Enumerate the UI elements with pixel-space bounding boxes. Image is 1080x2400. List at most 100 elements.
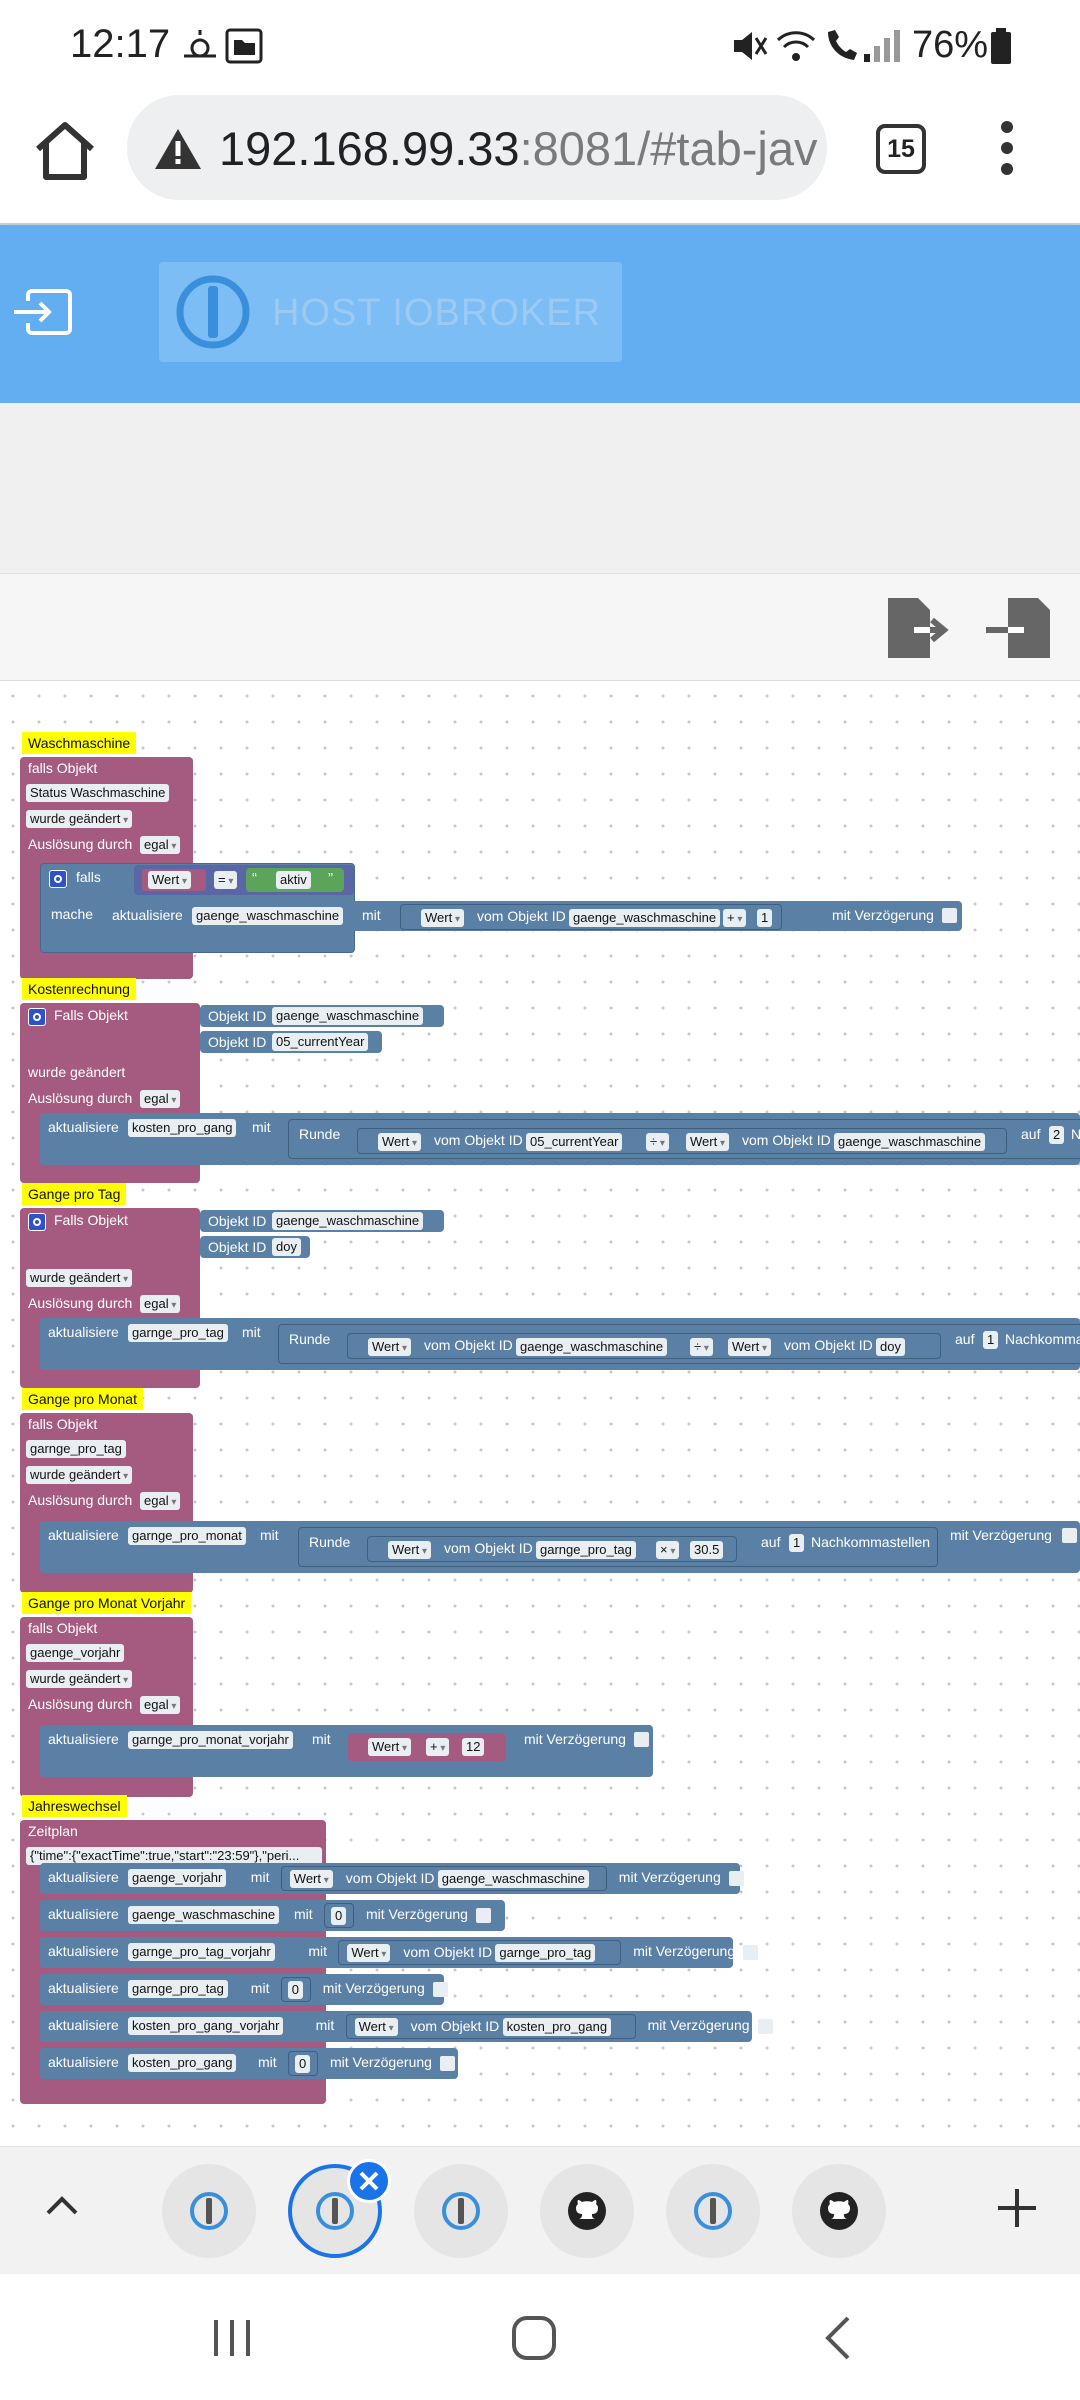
- gear-icon[interactable]: [28, 1008, 46, 1026]
- wert-dropdown[interactable]: Wert: [686, 1133, 730, 1151]
- comment-gange-pro-monat-vorjahr[interactable]: Gange pro Monat Vorjahr: [22, 1592, 192, 1614]
- multiply-block[interactable]: Wert vom Objekt ID garnge_pro_tag × 30.5: [367, 1536, 737, 1562]
- delay-checkbox[interactable]: [634, 1732, 649, 1747]
- export-icon[interactable]: [884, 596, 954, 662]
- update-block[interactable]: aktualisiere kosten_pro_gang mit Runde W…: [40, 1113, 1080, 1165]
- compare-block[interactable]: Wert = “ aktiv ”: [134, 865, 354, 895]
- blockly-workspace[interactable]: Waschmaschine falls Objekt Status Waschm…: [0, 683, 1080, 2146]
- delay-checkbox[interactable]: [440, 2056, 455, 2071]
- object-field[interactable]: 05_currentYear: [272, 1033, 369, 1051]
- op-dropdown[interactable]: ÷: [690, 1338, 713, 1356]
- trigger-dropdown[interactable]: wurde geändert: [26, 810, 133, 828]
- number-field[interactable]: 30.5: [690, 1541, 724, 1559]
- object-field[interactable]: gaenge_waschmaschine: [569, 909, 721, 927]
- variable-field[interactable]: kosten_pro_gang_vorjahr: [128, 2017, 284, 2035]
- menu-icon[interactable]: [992, 117, 1022, 183]
- home-icon[interactable]: [30, 115, 100, 185]
- delay-checkbox[interactable]: [743, 1945, 759, 1960]
- home-nav-icon[interactable]: [510, 2314, 558, 2362]
- number-field[interactable]: 0: [331, 1907, 347, 1925]
- digits-field[interactable]: 2: [1049, 1126, 1065, 1144]
- wert-dropdown[interactable]: Wert: [289, 1870, 333, 1888]
- op-dropdown[interactable]: ×: [656, 1541, 680, 1559]
- object-id-block[interactable]: Objekt ID doy: [200, 1236, 310, 1258]
- update-row[interactable]: aktualisiere garnge_pro_tag_vorjahr mit Wer…: [40, 1937, 759, 1968]
- update-row[interactable]: aktualisiere kosten_pro_gang_vorjahr mit We…: [40, 2011, 773, 2042]
- variable-field[interactable]: garnge_pro_tag: [128, 1980, 228, 1998]
- round-block[interactable]: Runde Wert vom Objekt ID garnge_pro_tag …: [298, 1527, 938, 1567]
- comment-kostenrechnung[interactable]: Kostenrechnung: [22, 978, 136, 1000]
- wert-dropdown[interactable]: Wert: [378, 1133, 422, 1151]
- close-tab-icon[interactable]: [347, 2159, 391, 2203]
- egal-dropdown[interactable]: egal: [140, 1295, 181, 1313]
- variable-field[interactable]: gaenge_waschmaschine: [192, 907, 344, 925]
- variable-field[interactable]: garnge_pro_tag_vorjahr: [128, 1943, 275, 1961]
- op-dropdown[interactable]: +: [723, 909, 747, 927]
- op-dropdown[interactable]: ÷: [646, 1133, 669, 1151]
- wert-dropdown[interactable]: Wert: [347, 1944, 391, 1962]
- egal-dropdown[interactable]: egal: [140, 1696, 181, 1714]
- url-bar[interactable]: 192.168.99.33:8081/#tab-jav: [127, 95, 827, 200]
- object-field[interactable]: doy: [876, 1338, 905, 1356]
- value-block[interactable]: Wert vom Objekt IDkosten_pro_gang: [345, 2014, 636, 2039]
- wert-dropdown[interactable]: Wert: [148, 871, 192, 889]
- object-field[interactable]: garnge_pro_tag: [536, 1541, 636, 1559]
- wert-dropdown[interactable]: Wert: [421, 909, 465, 927]
- object-field[interactable]: gaenge_waschmaschine: [272, 1212, 424, 1230]
- wert-dropdown[interactable]: Wert: [388, 1541, 432, 1559]
- update-block[interactable]: aktualisiere gaenge_waschmaschine mit We…: [104, 901, 962, 931]
- delay-checkbox[interactable]: [476, 1908, 491, 1923]
- delay-checkbox[interactable]: [942, 908, 957, 923]
- number-block[interactable]: 0: [288, 2051, 318, 2076]
- update-block[interactable]: aktualisiere garnge_pro_monat_vorjahr mi…: [40, 1725, 653, 1777]
- chevron-up-icon[interactable]: [42, 2187, 82, 2227]
- update-block[interactable]: aktualisiere garnge_pro_monat mit Runde …: [40, 1521, 1080, 1573]
- digits-field[interactable]: 1: [789, 1534, 805, 1552]
- wert-dropdown[interactable]: Wert: [728, 1338, 772, 1356]
- variable-field[interactable]: kosten_pro_gang: [128, 1119, 237, 1137]
- number-field[interactable]: 0: [295, 2055, 311, 2073]
- eq-dropdown[interactable]: =: [214, 871, 238, 889]
- update-row[interactable]: aktualisiere gaenge_vorjahr mit Wert vom Obj…: [40, 1863, 744, 1894]
- delay-checkbox[interactable]: [1062, 1528, 1077, 1543]
- division-block[interactable]: Wert vom Objekt ID gaenge_waschmaschine …: [347, 1333, 941, 1359]
- round-block[interactable]: Runde Wert vom Objekt ID 05_currentYear …: [288, 1119, 1080, 1159]
- object-field[interactable]: gaenge_waschmaschine: [437, 1870, 589, 1888]
- recent-apps-icon[interactable]: [210, 2316, 254, 2360]
- host-selector[interactable]: HOST IOBROKER: [159, 262, 622, 362]
- tab-4[interactable]: [540, 2164, 634, 2258]
- digits-field[interactable]: 1: [983, 1331, 999, 1349]
- object-field[interactable]: gaenge_waschmaschine: [834, 1133, 986, 1151]
- import-icon[interactable]: [984, 596, 1054, 662]
- tab-1[interactable]: [162, 2164, 256, 2258]
- division-block[interactable]: Wert vom Objekt ID 05_currentYear ÷ Wert…: [357, 1128, 1007, 1154]
- trigger-dropdown[interactable]: wurde geändert: [26, 1269, 133, 1287]
- update-block[interactable]: aktualisiere garnge_pro_tag mit Runde We…: [40, 1318, 1080, 1370]
- op-dropdown[interactable]: +: [426, 1738, 450, 1756]
- delay-checkbox[interactable]: [432, 1982, 448, 1997]
- wert-dropdown[interactable]: Wert: [368, 1338, 412, 1356]
- tab-3[interactable]: [414, 2164, 508, 2258]
- trigger-dropdown[interactable]: wurde geändert: [26, 1670, 133, 1688]
- egal-dropdown[interactable]: egal: [140, 1492, 181, 1510]
- tabs-icon[interactable]: 15: [876, 124, 926, 174]
- string-block[interactable]: “ aktiv ”: [246, 868, 344, 892]
- gear-icon[interactable]: [49, 870, 67, 888]
- math-block[interactable]: Wert vom Objekt ID gaenge_waschmaschine …: [400, 904, 782, 930]
- value-block[interactable]: Wert vom Objekt IDgarnge_pro_tag: [338, 1940, 622, 1965]
- number-field[interactable]: 12: [462, 1738, 485, 1756]
- wert-dropdown[interactable]: Wert: [368, 1738, 412, 1756]
- back-icon[interactable]: [820, 2314, 856, 2362]
- comment-gange-pro-monat[interactable]: Gange pro Monat: [22, 1388, 143, 1410]
- gear-icon[interactable]: [28, 1213, 46, 1231]
- round-block[interactable]: Runde Wert vom Objekt ID gaenge_waschmas…: [278, 1324, 1080, 1364]
- object-field[interactable]: 05_currentYear: [526, 1133, 623, 1151]
- object-field[interactable]: Status Waschmaschine: [26, 784, 170, 802]
- value-block[interactable]: Wert: [142, 869, 206, 891]
- egal-dropdown[interactable]: egal: [140, 1090, 181, 1108]
- egal-dropdown[interactable]: egal: [140, 836, 181, 854]
- new-tab-plus-icon[interactable]: [994, 2185, 1040, 2231]
- trigger-dropdown[interactable]: wurde geändert: [26, 1466, 133, 1484]
- variable-field[interactable]: kosten_pro_gang: [128, 2054, 237, 2072]
- update-row[interactable]: aktualisiere garnge_pro_tag mit 0 mit Verzög…: [40, 1974, 448, 2005]
